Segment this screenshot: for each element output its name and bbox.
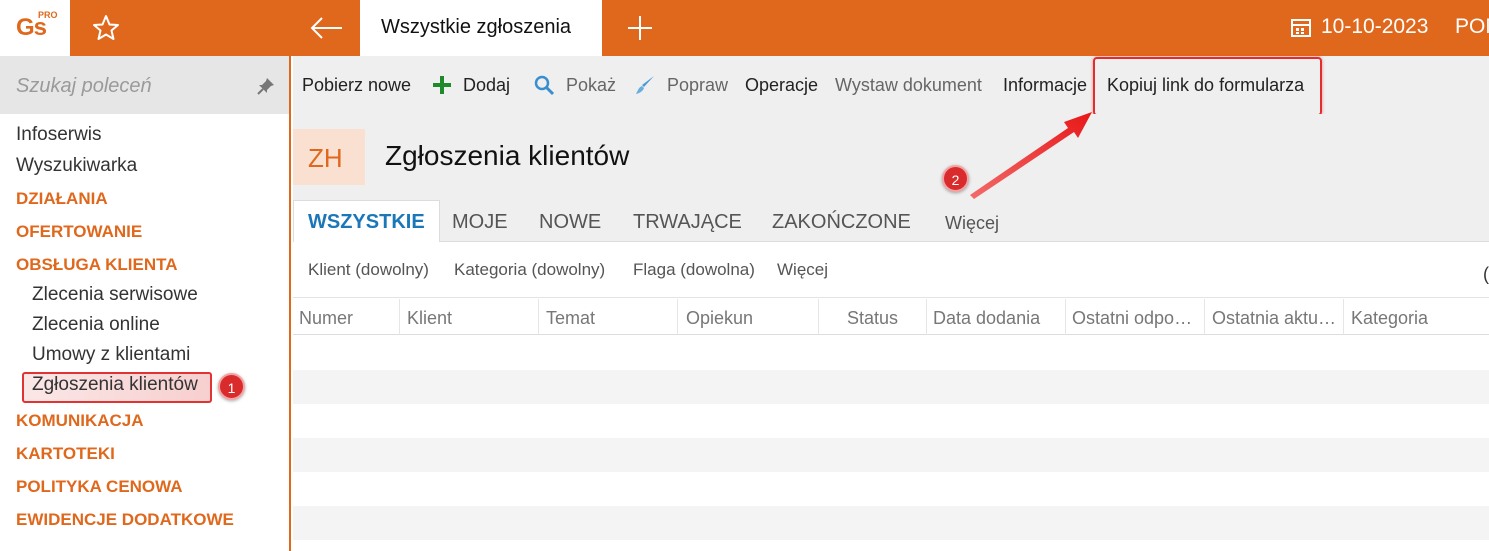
column-header-klient[interactable]: Klient (400, 299, 539, 335)
module-badge: ZH (293, 129, 365, 185)
column-header-opiekun[interactable]: Opiekun (678, 299, 819, 335)
column-header-ostatni-odpo[interactable]: Ostatni odpo… (1066, 299, 1205, 335)
sidebar-item-zlecenia-online[interactable]: Zlecenia online (32, 314, 160, 336)
sidebar-item-wyszukiwarka[interactable]: Wyszukiwarka (16, 155, 137, 177)
brush-icon[interactable] (634, 74, 656, 96)
module-badge-text: ZH (308, 143, 343, 173)
command-search-input[interactable] (16, 73, 246, 99)
tab-trwajace[interactable]: TRWAJĄCE (633, 211, 742, 234)
column-header-numer[interactable]: Numer (293, 299, 400, 335)
tab-all-tickets[interactable]: Wszystkie zgłoszenia (360, 0, 602, 56)
sidebar-section-dzialania[interactable]: DZIAŁANIA (16, 189, 108, 209)
calendar-icon[interactable] (1290, 16, 1312, 38)
table-row[interactable] (293, 404, 1489, 438)
table-row[interactable] (293, 506, 1489, 540)
filter-category[interactable]: Kategoria (dowolny) (454, 260, 605, 280)
issue-document-button[interactable]: Wystaw dokument (835, 75, 982, 99)
page-header: ZH Zgłoszenia klientów (293, 114, 1489, 200)
table-row[interactable] (293, 540, 1489, 551)
tab-moje[interactable]: MOJE (452, 211, 508, 234)
edit-button[interactable]: Popraw (667, 75, 728, 99)
sidebar-section-kartoteki[interactable]: KARTOTEKI (16, 444, 115, 464)
table-row[interactable] (293, 438, 1489, 472)
sidebar-item-zlecenia-serwisowe[interactable]: Zlecenia serwisowe (32, 284, 198, 306)
app-logo[interactable]: Gs PRO (0, 0, 70, 56)
table-row[interactable] (293, 370, 1489, 404)
sidebar-item-infoserwis[interactable]: Infoserwis (16, 124, 102, 146)
column-header-temat[interactable]: Temat (539, 299, 678, 335)
fetch-new-button[interactable]: Pobierz nowe (302, 75, 411, 99)
search-icon[interactable] (533, 74, 555, 96)
tab-nowe[interactable]: NOWE (539, 211, 601, 234)
current-date[interactable]: 10-10-2023 (1321, 15, 1428, 39)
sidebar-section-ofertowanie[interactable]: OFERTOWANIE (16, 222, 142, 242)
column-header-data-dodania[interactable]: Data dodania (927, 299, 1066, 335)
table-row[interactable] (293, 472, 1489, 506)
copy-link-highlight (1093, 57, 1322, 116)
sidebar-section-obsluga-klienta[interactable]: OBSŁUGA KLIENTA (16, 255, 178, 275)
sidebar-section-polityka-cenowa[interactable]: POLITYKA CENOWA (16, 477, 183, 497)
top-bar: Gs PRO Wszystkie zgłoszenia 10-10-2023 P… (0, 0, 1489, 56)
user-menu[interactable]: POM (1455, 15, 1489, 39)
step-2-badge: 2 (942, 165, 969, 192)
column-header-kategoria[interactable]: Kategoria (1344, 299, 1489, 335)
filters-overflow-fragment: ( (1483, 264, 1489, 284)
plus-icon[interactable] (431, 74, 453, 96)
pin-icon[interactable] (256, 76, 276, 96)
column-header-ostatnia-aktu[interactable]: Ostatnia aktu… (1205, 299, 1344, 335)
show-button[interactable]: Pokaż (566, 75, 616, 99)
step-1-badge: 1 (218, 373, 245, 400)
sidebar-section-komunikacja[interactable]: KOMUNIKACJA (16, 411, 144, 431)
sidebar-item-zgloszenia-klientow[interactable]: Zgłoszenia klientów (32, 374, 198, 396)
logo-superscript: PRO (38, 10, 58, 20)
annotation-arrow-icon (970, 112, 1092, 199)
information-button[interactable]: Informacje (1003, 75, 1087, 99)
view-tabs: WSZYSTKIE MOJE NOWE TRWAJĄCE ZAKOŃCZONE … (293, 200, 1489, 242)
filters-bar: Klient (dowolny) Kategoria (dowolny) Fla… (293, 242, 1489, 298)
add-button[interactable]: Dodaj (463, 75, 510, 99)
tab-zakonczone[interactable]: ZAKOŃCZONE (772, 211, 911, 234)
tab-wiecej[interactable]: Więcej (945, 213, 999, 234)
sidebar-section-ewidencje[interactable]: EWIDENCJE DODATKOWE (16, 510, 234, 530)
operations-button[interactable]: Operacje (745, 75, 818, 99)
sidebar-item-umowy[interactable]: Umowy z klientami (32, 344, 190, 366)
column-header-status[interactable]: Status (819, 299, 927, 335)
new-tab-plus-icon[interactable] (620, 12, 660, 44)
table-row[interactable] (293, 336, 1489, 370)
filter-client[interactable]: Klient (dowolny) (308, 260, 429, 280)
command-search (0, 56, 289, 114)
page-title: Zgłoszenia klientów (385, 140, 630, 171)
filter-flag[interactable]: Flaga (dowolna) (633, 260, 755, 280)
sidebar: Infoserwis Wyszukiwarka DZIAŁANIA OFERTO… (0, 56, 291, 551)
grid-header: Numer Klient Temat Opiekun Status Data d… (293, 299, 1489, 335)
tab-wszystkie[interactable]: WSZYSTKIE (293, 200, 440, 242)
back-arrow-icon[interactable] (302, 12, 350, 44)
active-tab-label: Wszystkie zgłoszenia (381, 16, 572, 38)
filter-more[interactable]: Więcej (777, 260, 828, 280)
favorites-star-icon[interactable] (86, 12, 126, 44)
